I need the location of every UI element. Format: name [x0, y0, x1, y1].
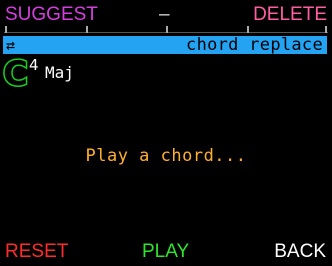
back-softkey[interactable]: BACK	[274, 241, 326, 263]
mode-bar[interactable]: ⇄ chord replace	[3, 36, 327, 54]
mode-label: chord replace	[186, 35, 323, 55]
softkey-divider	[0, 23, 332, 35]
divider-tick	[5, 26, 7, 33]
chord-quality: Maj	[45, 63, 74, 82]
play-softkey[interactable]: PLAY	[142, 241, 189, 263]
cycle-icon: ⇄	[6, 36, 16, 54]
reset-softkey[interactable]: RESET	[5, 241, 68, 263]
divider-tick	[325, 26, 327, 33]
divider-tick	[166, 26, 168, 33]
divider-tick	[86, 26, 88, 33]
chord-octave: 4	[29, 56, 39, 74]
divider-tick	[247, 26, 249, 33]
chord-root-note: C	[2, 54, 30, 94]
prompt-message: Play a chord...	[85, 146, 247, 166]
